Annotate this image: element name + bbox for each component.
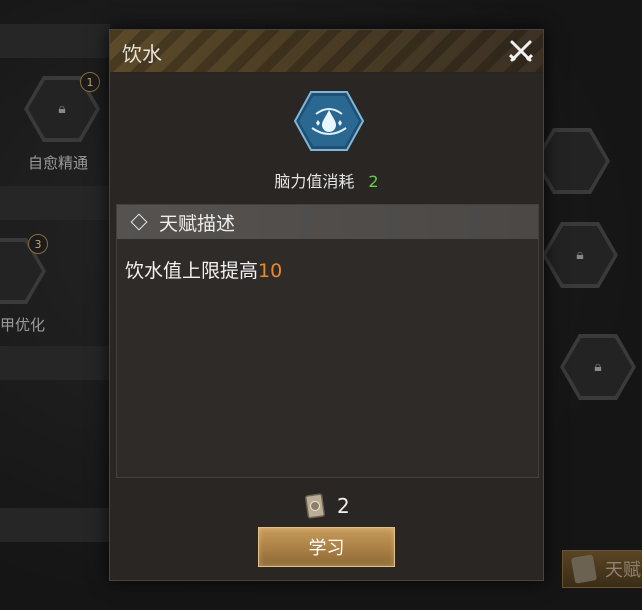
bg-row-bar bbox=[0, 24, 110, 58]
description-header: 天赋描述 bbox=[117, 205, 538, 239]
mental-cost-row: 脑力值消耗 2 bbox=[110, 168, 543, 192]
description-value: 10 bbox=[258, 260, 283, 282]
required-items: 2 bbox=[305, 493, 350, 519]
close-button[interactable] bbox=[507, 37, 535, 65]
lock-icon: 🔒︎ bbox=[546, 226, 614, 284]
learn-button-label: 学习 bbox=[308, 538, 345, 559]
diamond-icon bbox=[130, 213, 148, 231]
description-panel: 天赋描述 饮水值上限提高10 bbox=[116, 204, 539, 478]
talent-tab-button[interactable]: 天赋 bbox=[562, 550, 642, 588]
talent-tab-label: 天赋 bbox=[605, 560, 641, 581]
description-text: 饮水值上限提高10 bbox=[125, 256, 282, 283]
cost-value: 2 bbox=[368, 172, 379, 191]
description-prefix: 饮水值上限提高 bbox=[125, 260, 259, 282]
learn-button[interactable]: 学习 bbox=[258, 527, 395, 567]
talent-level-badge: 3 bbox=[28, 234, 48, 254]
bg-row-bar bbox=[0, 186, 110, 220]
bg-row-bar bbox=[0, 346, 110, 380]
talent-card-icon bbox=[305, 493, 325, 519]
dialog-title: 饮水 bbox=[122, 42, 162, 66]
water-drop-hex-icon bbox=[293, 90, 365, 152]
close-icon bbox=[508, 40, 534, 62]
talent-label: 甲优化 bbox=[0, 316, 46, 334]
lock-icon: 🔒︎ bbox=[564, 338, 632, 396]
talent-label: 自愈精通 bbox=[28, 154, 89, 172]
bg-row-bar bbox=[0, 508, 110, 542]
talent-card-icon bbox=[570, 554, 598, 584]
talent-level-badge: 1 bbox=[80, 72, 100, 92]
talent-detail-dialog: 饮水 脑力值消耗 2 天赋描述 饮水值上限提高10 2 学习 bbox=[109, 29, 544, 581]
section-title: 天赋描述 bbox=[159, 212, 236, 235]
cost-label: 脑力值消耗 bbox=[274, 172, 355, 191]
item-quantity: 2 bbox=[337, 494, 350, 518]
dialog-header: 饮水 bbox=[110, 30, 543, 73]
